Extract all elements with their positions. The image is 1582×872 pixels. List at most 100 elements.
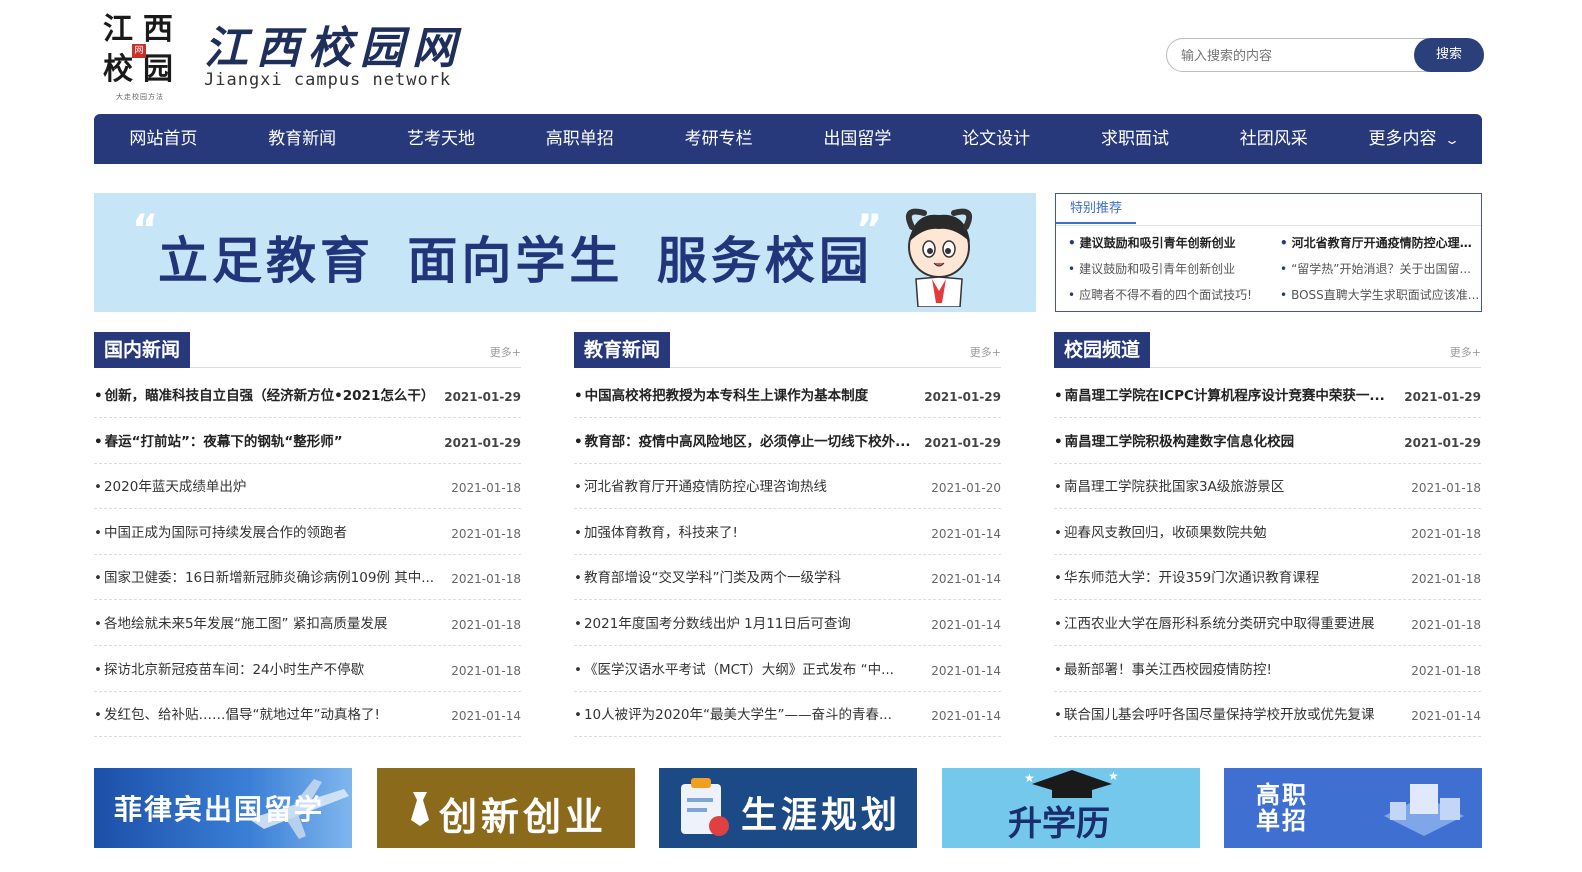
news-item[interactable]: 最新部署！事关江西校园疫情防控! 2021-01-18 bbox=[1054, 646, 1481, 692]
promo-tile-study-abroad[interactable]: 菲律宾出国留学 bbox=[94, 768, 352, 848]
news-date: 2021-01-14 bbox=[931, 617, 1001, 632]
news-item[interactable]: 中国高校将把教授为本专科生上课作为基本制度 2021-01-29 bbox=[574, 368, 1001, 418]
news-item[interactable]: 华东师范大学：开设359门次通识教育课程 2021-01-18 bbox=[1054, 555, 1481, 601]
open-quote-icon: “ bbox=[132, 207, 159, 253]
tile-label: 高职单招 bbox=[1256, 781, 1308, 835]
tile-label: 生涯规划 bbox=[741, 795, 902, 836]
news-date: 2021-01-14 bbox=[931, 663, 1001, 678]
recommend-item[interactable]: 河北省教育厅开通疫情防控心理咨... bbox=[1280, 230, 1480, 256]
news-item[interactable]: 10人被评为2020年“最美大学生”——奋斗的青春... 2021-01-14 bbox=[574, 692, 1001, 738]
news-date: 2021-01-18 bbox=[1411, 481, 1481, 496]
recommend-item[interactable]: BOSS直聘大学生求职面试应该准... bbox=[1280, 282, 1480, 308]
news-title: 迎春风支教回归，收硕果数院共勉 bbox=[1054, 521, 1399, 541]
news-item[interactable]: 2021年度国考分数线出炉 1月11日后可查询 2021-01-14 bbox=[574, 600, 1001, 646]
news-item[interactable]: 加强体育教育，科技来了! 2021-01-14 bbox=[574, 509, 1001, 555]
necktie-icon bbox=[411, 792, 429, 826]
recommend-item[interactable]: 建议鼓励和吸引青年创新创业 bbox=[1068, 230, 1268, 256]
news-title: 中国正成为国际可持续发展合作的领跑者 bbox=[94, 521, 439, 541]
recommend-list-left: 建议鼓励和吸引青年创新创业 建议鼓励和吸引青年创新创业 应聘者不得不看的四个面试… bbox=[1068, 230, 1268, 308]
column-title[interactable]: 校园频道 bbox=[1054, 332, 1151, 368]
nav-item-education-news[interactable]: 教育新闻 bbox=[233, 114, 372, 164]
news-item[interactable]: 河北省教育厅开通疫情防控心理咨询热线 2021-01-20 bbox=[574, 464, 1001, 510]
news-item[interactable]: 探访北京新冠疫苗车间：24小时生产不停歇 2021-01-18 bbox=[94, 646, 521, 692]
recommend-tab[interactable]: 特别推荐 bbox=[1056, 194, 1137, 224]
logo-seal[interactable]: 江 西 校 园 网 大走校园方法 bbox=[96, 8, 182, 104]
promo-tile-upgrade-degree[interactable]: ★ ★ 升学历 bbox=[942, 768, 1200, 848]
nav-item-thesis[interactable]: 论文设计 bbox=[927, 114, 1066, 164]
slogan-banner[interactable]: “ 立足教育 面向学生 服务校园 ” bbox=[94, 193, 1036, 312]
news-item[interactable]: 创新，瞄准科技自立自强（经济新方位•2021怎么干） 2021-01-29 bbox=[94, 368, 521, 418]
news-date: 2021-01-18 bbox=[451, 617, 521, 632]
news-item[interactable]: 南昌理工学院获批国家3A级旅游景区 2021-01-18 bbox=[1054, 464, 1481, 510]
recommend-item[interactable]: 应聘者不得不看的四个面试技巧! bbox=[1068, 282, 1268, 308]
news-title: 河北省教育厅开通疫情防控心理咨询热线 bbox=[574, 475, 919, 495]
news-item[interactable]: 《医学汉语水平考试（MCT）大纲》正式发布 “中... 2021-01-14 bbox=[574, 646, 1001, 692]
news-item[interactable]: 2020年蓝天成绩单出炉 2021-01-18 bbox=[94, 464, 521, 510]
nav-item-home[interactable]: 网站首页 bbox=[94, 114, 233, 164]
promo-tiles: 菲律宾出国留学 创新创业 生涯规划 ★ ★ 升学历 高职单招 bbox=[94, 768, 1482, 848]
news-date: 2021-01-29 bbox=[1404, 390, 1481, 404]
news-list: 创新，瞄准科技自立自强（经济新方位•2021怎么干） 2021-01-29 春运“… bbox=[94, 368, 521, 738]
more-link[interactable]: 更多+ bbox=[490, 344, 521, 360]
nav-item-postgrad[interactable]: 考研专栏 bbox=[649, 114, 788, 164]
more-link[interactable]: 更多+ bbox=[1450, 344, 1481, 360]
news-title: 教育部增设“交叉学科”门类及两个一级学科 bbox=[574, 566, 919, 586]
news-item[interactable]: 南昌理工学院积极构建数字信息化校园 2021-01-29 bbox=[1054, 418, 1481, 464]
search-input[interactable] bbox=[1181, 46, 1401, 66]
news-item[interactable]: 发红包、给补贴……倡导“就地过年”动真格了! 2021-01-14 bbox=[94, 692, 521, 738]
news-item[interactable]: 教育部：疫情中高风险地区，必须停止一切线下校外... 2021-01-29 bbox=[574, 418, 1001, 464]
news-item[interactable]: 迎春风支教回归，收硕果数院共勉 2021-01-18 bbox=[1054, 509, 1481, 555]
svg-text:★: ★ bbox=[1024, 771, 1035, 785]
isometric-devices-icon bbox=[1384, 784, 1464, 836]
column-title[interactable]: 教育新闻 bbox=[574, 332, 671, 368]
news-date: 2021-01-29 bbox=[1404, 435, 1481, 450]
news-title: 发红包、给补贴……倡导“就地过年”动真格了! bbox=[94, 703, 439, 723]
nav-label: 网站首页 bbox=[129, 129, 198, 149]
news-item[interactable]: 南昌理工学院在ICPC计算机程序设计竞赛中荣获一... 2021-01-29 bbox=[1054, 368, 1481, 418]
news-title: 创新，瞄准科技自立自强（经济新方位•2021怎么干） bbox=[94, 384, 439, 404]
nav-item-more[interactable]: 更多内容 ⌄ bbox=[1343, 114, 1482, 164]
news-title: 华东师范大学：开设359门次通识教育课程 bbox=[1054, 566, 1399, 586]
site-title[interactable]: 江西校园网 bbox=[204, 12, 464, 76]
news-title: 《医学汉语水平考试（MCT）大纲》正式发布 “中... bbox=[574, 658, 919, 678]
news-item[interactable]: 各地绘就未来5年发展“施工图” 紧扣高质量发展 2021-01-18 bbox=[94, 600, 521, 646]
news-item[interactable]: 国家卫健委：16日新增新冠肺炎确诊病例109例 其中... 2021-01-18 bbox=[94, 555, 521, 601]
nav-item-study-abroad[interactable]: 出国留学 bbox=[788, 114, 927, 164]
news-date: 2021-01-14 bbox=[1411, 709, 1481, 724]
news-title: 2021年度国考分数线出炉 1月11日后可查询 bbox=[574, 612, 919, 632]
divider bbox=[1056, 225, 1481, 226]
news-item[interactable]: 联合国儿基会呼吁各国尽量保持学校开放或优先复课 2021-01-14 bbox=[1054, 692, 1481, 738]
nav-label: 教育新闻 bbox=[268, 129, 337, 149]
nav-label: 更多内容 bbox=[1368, 129, 1437, 149]
promo-tile-career-planning[interactable]: 生涯规划 bbox=[659, 768, 917, 848]
special-recommend-box: 特别推荐 建议鼓励和吸引青年创新创业 建议鼓励和吸引青年创新创业 应聘者不得不看… bbox=[1055, 193, 1482, 312]
news-item[interactable]: 春运“打前站”：夜幕下的钢轨“整形师” 2021-01-29 bbox=[94, 418, 521, 464]
news-title: 加强体育教育，科技来了! bbox=[574, 521, 919, 541]
news-date: 2021-01-29 bbox=[924, 390, 1001, 404]
nav-item-job-interview[interactable]: 求职面试 bbox=[1066, 114, 1205, 164]
promo-tile-innovation[interactable]: 创新创业 bbox=[377, 768, 635, 848]
news-item[interactable]: 教育部增设“交叉学科”门类及两个一级学科 2021-01-14 bbox=[574, 555, 1001, 601]
news-date: 2021-01-29 bbox=[924, 435, 1001, 450]
promo-tile-vocational[interactable]: 高职单招 bbox=[1224, 768, 1482, 848]
news-item[interactable]: 中国正成为国际可持续发展合作的领跑者 2021-01-18 bbox=[94, 509, 521, 555]
news-date: 2021-01-14 bbox=[931, 709, 1001, 724]
nav-label: 考研专栏 bbox=[684, 129, 753, 149]
more-link[interactable]: 更多+ bbox=[970, 344, 1001, 360]
news-title: 江西农业大学在唇形科系统分类研究中取得重要进展 bbox=[1054, 612, 1399, 632]
nav-item-art-exam[interactable]: 艺考天地 bbox=[372, 114, 511, 164]
news-title: 南昌理工学院在ICPC计算机程序设计竞赛中荣获一... bbox=[1054, 384, 1399, 404]
nav-item-vocational[interactable]: 高职单招 bbox=[510, 114, 649, 164]
column-header: 教育新闻 更多+ bbox=[574, 332, 1001, 368]
recommend-item[interactable]: “留学热”开始消退？关于出国留... bbox=[1280, 256, 1480, 282]
nav-item-clubs[interactable]: 社团风采 bbox=[1204, 114, 1343, 164]
news-date: 2021-01-18 bbox=[451, 572, 521, 587]
news-item[interactable]: 江西农业大学在唇形科系统分类研究中取得重要进展 2021-01-18 bbox=[1054, 600, 1481, 646]
recommend-item[interactable]: 建议鼓励和吸引青年创新创业 bbox=[1068, 256, 1268, 282]
column-title[interactable]: 国内新闻 bbox=[94, 332, 191, 368]
news-list: 南昌理工学院在ICPC计算机程序设计竞赛中荣获一... 2021-01-29 南昌… bbox=[1054, 368, 1481, 738]
news-title: 10人被评为2020年“最美大学生”——奋斗的青春... bbox=[574, 703, 919, 723]
site-header: 江 西 校 园 网 大走校园方法 江西校园网 Jiangxi campus ne… bbox=[96, 0, 1486, 110]
news-title: 2020年蓝天成绩单出炉 bbox=[94, 475, 439, 495]
search-button[interactable]: 搜索 bbox=[1414, 38, 1484, 72]
